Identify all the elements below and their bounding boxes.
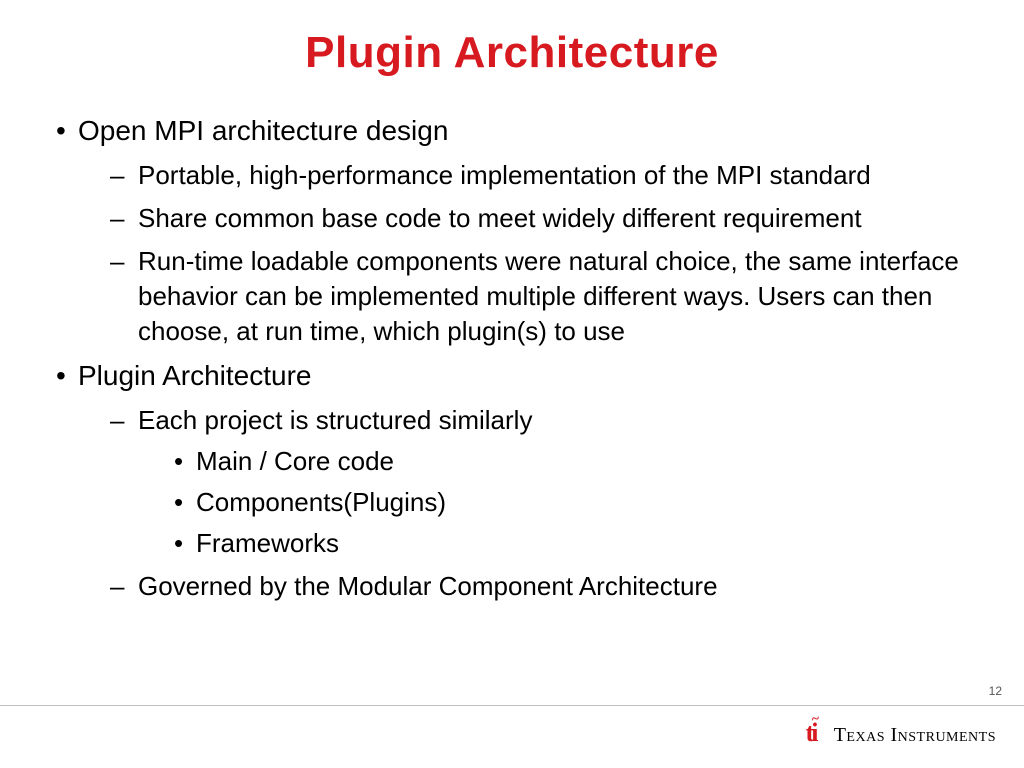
sub-list: Portable, high-performance implementatio… — [78, 158, 976, 349]
slide-title: Plugin Architecture — [48, 28, 976, 78]
list-item: Portable, high-performance implementatio… — [110, 158, 976, 193]
bullet-text: Main / Core code — [196, 446, 394, 476]
list-item: Plugin Architecture Each project is stru… — [56, 357, 976, 604]
page-number: 12 — [989, 684, 1002, 698]
brand-name: Texas Instruments — [834, 724, 996, 747]
ti-logo-icon: ti~ — [806, 718, 826, 748]
bullet-text: Frameworks — [196, 528, 339, 558]
list-item: Main / Core code — [174, 444, 976, 479]
bullet-text: Portable, high-performance implementatio… — [138, 160, 871, 190]
bullet-text: Each project is structured similarly — [138, 405, 532, 435]
list-item: Frameworks — [174, 526, 976, 561]
list-item: Components(Plugins) — [174, 485, 976, 520]
sub-sub-list: Main / Core code Components(Plugins) Fra… — [138, 444, 976, 561]
bullet-text: Share common base code to meet widely di… — [138, 203, 862, 233]
brand-logo: ti~ Texas Instruments — [806, 720, 996, 750]
slide: Plugin Architecture Open MPI architectur… — [0, 0, 1024, 768]
list-item: Run-time loadable components were natura… — [110, 244, 976, 349]
bullet-text: Plugin Architecture — [78, 360, 311, 391]
bullet-list: Open MPI architecture design Portable, h… — [48, 112, 976, 605]
bullet-text: Run-time loadable components were natura… — [138, 246, 959, 346]
list-item: Governed by the Modular Component Archit… — [110, 569, 976, 604]
bullet-text: Open MPI architecture design — [78, 115, 448, 146]
sub-list: Each project is structured similarly Mai… — [78, 403, 976, 604]
list-item: Open MPI architecture design Portable, h… — [56, 112, 976, 349]
list-item: Share common base code to meet widely di… — [110, 201, 976, 236]
list-item: Each project is structured similarly Mai… — [110, 403, 976, 561]
bullet-text: Governed by the Modular Component Archit… — [138, 571, 718, 601]
bullet-text: Components(Plugins) — [196, 487, 446, 517]
footer-divider — [0, 705, 1024, 706]
